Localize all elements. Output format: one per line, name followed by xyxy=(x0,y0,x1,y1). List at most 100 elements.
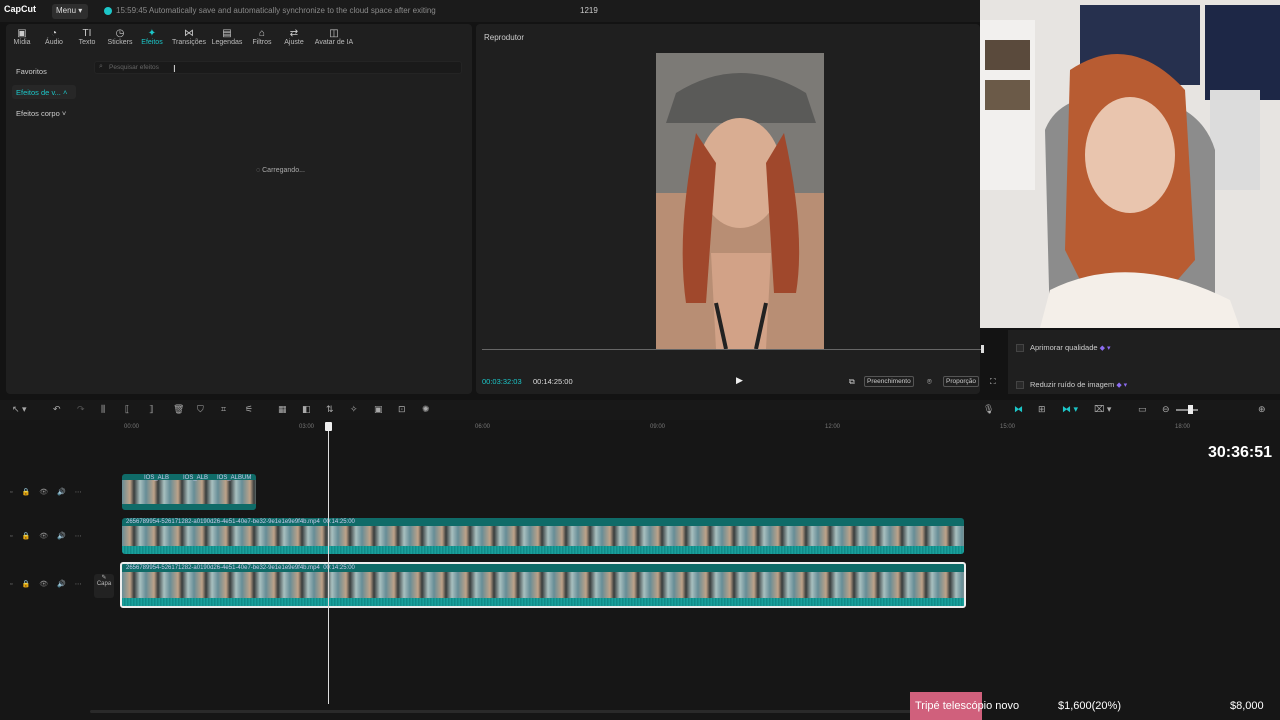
screenshot-icon[interactable]: ⌾ xyxy=(925,376,934,388)
tab-captions[interactable]: ▤ Legendas xyxy=(209,28,245,50)
spinner-icon: ◌ xyxy=(256,167,261,174)
tab-ai-avatar[interactable]: ◫ Avatar de IA xyxy=(310,28,358,50)
tab-label: Stickers xyxy=(107,39,133,46)
ruler-label: 18:00 xyxy=(1175,424,1191,430)
main-video-clip[interactable]: 2656789954-526171282-a0190d26-4e51-40e7-… xyxy=(120,562,966,608)
filter-icon: ⌂ xyxy=(258,28,266,39)
tab-effects[interactable]: ✦ Efeitos xyxy=(134,28,170,50)
menu-button[interactable]: Menu ▾ xyxy=(52,4,88,19)
checkbox[interactable] xyxy=(1016,344,1024,353)
app-logo: CapCut xyxy=(4,4,36,14)
zoom-slider[interactable] xyxy=(1176,409,1198,411)
zoom-out-icon[interactable]: ⊖ xyxy=(1162,404,1170,415)
clip-label: IOS_ALBUM xyxy=(217,475,252,481)
track-controls[interactable]: ▫🔒👁🔊⋯ xyxy=(10,488,91,496)
play-icon[interactable]: ▶ xyxy=(736,375,743,386)
track-controls[interactable]: ▫🔒👁🔊⋯ xyxy=(10,580,91,588)
select-tool-icon[interactable]: ↖ ▾ xyxy=(12,404,27,415)
tab-media[interactable]: ▣ Mídia xyxy=(4,28,40,50)
loading-text: Carregando... xyxy=(262,167,305,174)
sticker-icon: ◷ xyxy=(115,28,125,39)
reduce-noise-option[interactable]: Reduzir ruído de imagem ◆ ▾ xyxy=(1016,380,1128,390)
preview-axis-icon[interactable]: ⧓ ▾ xyxy=(1062,404,1078,415)
checkbox[interactable] xyxy=(1016,381,1024,390)
sync-icon[interactable]: ⌧ ▾ xyxy=(1094,404,1111,415)
stream-timer: 30:36:51 xyxy=(1208,444,1273,461)
speed-icon[interactable]: ⚟ xyxy=(245,404,253,415)
split-left-icon[interactable]: ⟦ xyxy=(125,404,129,415)
reverse-icon[interactable]: ⇅ xyxy=(326,404,334,415)
project-title[interactable]: 1219 xyxy=(580,6,598,15)
clip-label: IOS_ALB xyxy=(144,475,170,481)
category-favorites[interactable]: Favoritos xyxy=(12,64,76,78)
playhead-handle[interactable] xyxy=(325,422,332,431)
text-cursor-icon: I xyxy=(173,64,176,75)
tab-stickers[interactable]: ◷ Stickers xyxy=(102,28,138,50)
tab-adjust[interactable]: ⇄ Ajuste xyxy=(276,28,312,50)
category-body-effects[interactable]: Efeitos corpo ˅ xyxy=(12,106,76,120)
fit-icon[interactable]: ⊡ xyxy=(398,404,406,415)
ruler-label: 03:00 xyxy=(299,424,315,430)
redo-icon[interactable]: ↷ xyxy=(77,404,85,415)
microphone-icon[interactable]: 🎙 xyxy=(983,404,994,415)
tab-label: Transições xyxy=(172,39,206,46)
tab-label: Avatar de IA xyxy=(314,39,354,46)
premium-gem-icon: ◆ ▾ xyxy=(1099,345,1111,352)
effects-panel xyxy=(6,24,472,394)
category-label: Efeitos corpo xyxy=(16,109,60,118)
search-icon: ⌕ xyxy=(99,63,103,70)
search-input[interactable]: Pesquisar efeitos xyxy=(94,61,462,74)
playhead[interactable] xyxy=(328,424,329,704)
snap-icon[interactable]: ⊞ xyxy=(1038,404,1046,415)
ratio-button[interactable]: Proporção xyxy=(943,376,979,387)
delete-icon[interactable]: 🗑 xyxy=(173,404,184,415)
avatar-icon: ◫ xyxy=(329,28,339,39)
ruler-label: 15:00 xyxy=(1000,424,1016,430)
enhance-quality-option[interactable]: Aprimorar qualidade ◆ ▾ xyxy=(1016,343,1111,353)
link-icon[interactable]: ⧓ xyxy=(1014,404,1023,415)
tab-transitions[interactable]: ⋈ Transições xyxy=(171,28,207,50)
playback-progress[interactable] xyxy=(482,349,982,350)
fullscreen-preview-icon[interactable]: ⧉ xyxy=(847,376,857,388)
tab-label: Mídia xyxy=(13,39,31,46)
cover-label: Capa xyxy=(96,581,112,587)
fill-button[interactable]: Preenchimento xyxy=(864,376,914,387)
video-preview[interactable] xyxy=(656,53,824,349)
tab-text[interactable]: TI Texto xyxy=(69,28,105,50)
ruler-label: 09:00 xyxy=(650,424,666,430)
marker-icon[interactable]: ⛉ xyxy=(197,404,204,415)
zoom-handle[interactable] xyxy=(1188,405,1193,414)
track-controls[interactable]: ▫🔒👁🔊⋯ xyxy=(10,532,91,540)
split-icon[interactable]: ⫼ xyxy=(101,404,105,415)
premium-gem-icon: ◆ ▾ xyxy=(1116,382,1128,389)
text-icon: TI xyxy=(82,28,92,39)
fullscreen-icon[interactable]: ⛶ xyxy=(988,376,998,388)
adjust-icon: ⇄ xyxy=(289,28,299,39)
ticker-progress: $1,600(20%) xyxy=(1058,700,1121,712)
freeze-icon[interactable]: ▦ xyxy=(278,404,287,415)
ai-tool-icon[interactable]: ✺ xyxy=(422,404,430,415)
undo-icon[interactable]: ↶ xyxy=(53,404,61,415)
clip-thumbnails xyxy=(122,480,256,504)
clip-thumbnails xyxy=(122,572,964,598)
caption-track-icon[interactable]: ▭ xyxy=(1138,404,1147,415)
category-video-effects[interactable]: Efeitos de v... ˄ xyxy=(12,85,76,99)
mirror-icon[interactable]: ◧ xyxy=(302,404,311,415)
audio-waveform xyxy=(122,598,964,606)
ruler-label: 06:00 xyxy=(475,424,491,430)
caption-icon[interactable]: ▣ xyxy=(374,404,383,415)
timeline-scrollbar[interactable] xyxy=(90,710,980,713)
effects-icon: ✦ xyxy=(147,28,157,39)
magic-icon[interactable]: ✧ xyxy=(350,404,358,415)
progress-handle[interactable] xyxy=(981,345,984,353)
clip-label: IOS_ALB xyxy=(183,475,209,481)
tab-audio[interactable]: ◔ Áudio xyxy=(36,28,72,50)
ticker-goal: $8,000 xyxy=(1230,700,1264,712)
zoom-in-icon[interactable]: ⊕ xyxy=(1258,404,1266,415)
crop-icon[interactable]: ⌗ xyxy=(221,404,226,415)
timeline-toolbar xyxy=(0,400,1280,420)
tab-filters[interactable]: ⌂ Filtros xyxy=(244,28,280,50)
split-right-icon[interactable]: ⟧ xyxy=(149,404,153,415)
video-clip[interactable]: 2656789954-526171282-a0190d26-4e51-40e7-… xyxy=(122,518,964,554)
cover-button[interactable]: ✎ Capa xyxy=(94,574,114,598)
